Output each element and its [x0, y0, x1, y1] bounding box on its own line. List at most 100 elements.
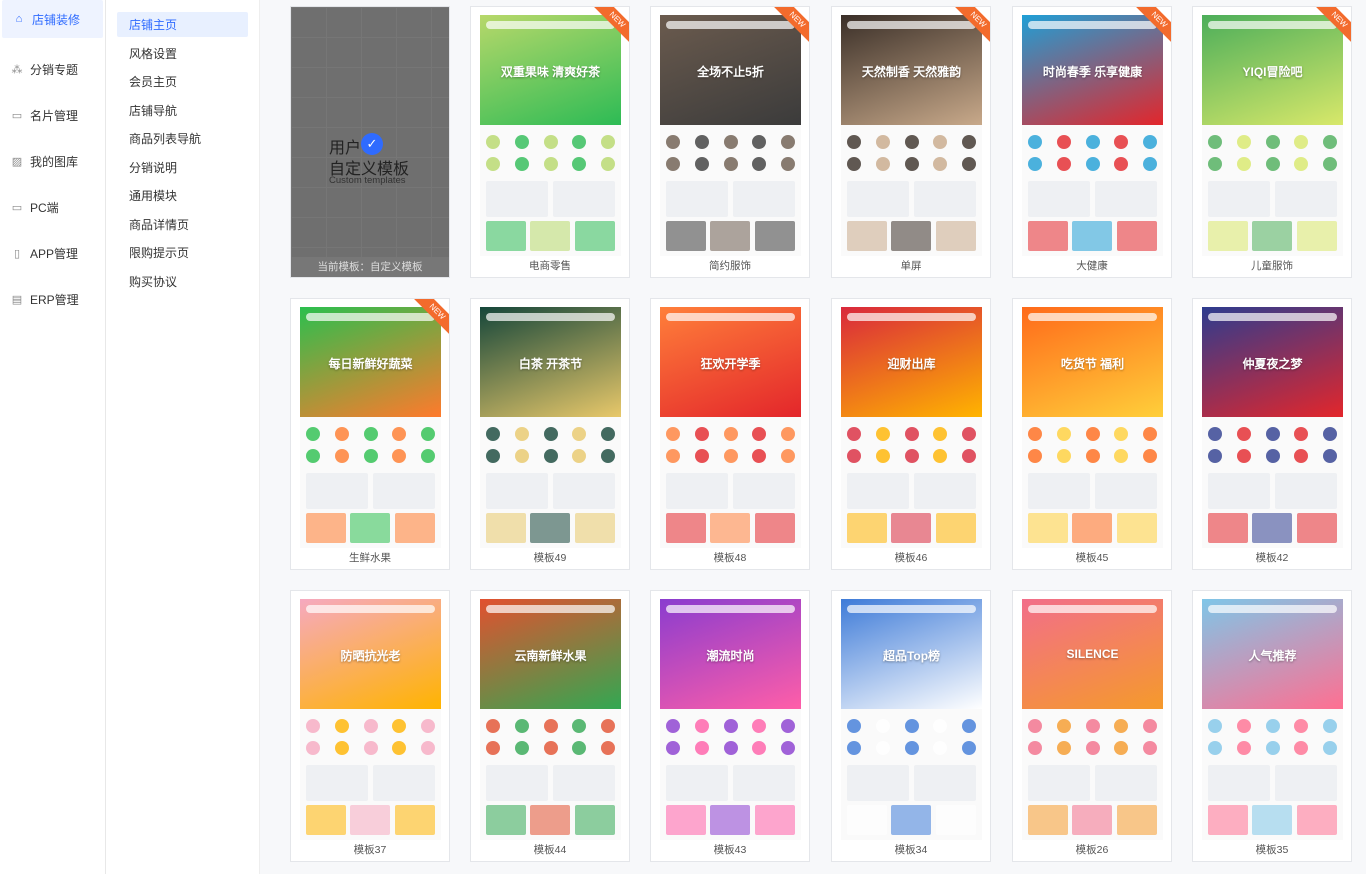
- template-card-custom[interactable]: 用户 ✓ 自定义模板 Custom templates 当前模板：自定义模板: [290, 6, 450, 278]
- template-card[interactable]: YIQI冒险吧 NEW 儿童服饰: [1192, 6, 1352, 278]
- template-thumbnail: 人气推荐: [1202, 599, 1343, 840]
- category-icon: [1114, 157, 1129, 171]
- nav-item-1[interactable]: ⁂ 分销专题: [0, 46, 105, 92]
- category-icon: [334, 741, 349, 755]
- category-icon: [1265, 427, 1280, 441]
- thumbnail-icon-row: [306, 719, 435, 733]
- subnav-item-0[interactable]: 店铺主页: [117, 12, 248, 37]
- product-block: [306, 513, 346, 543]
- nav-item-label: 分销专题: [30, 62, 79, 77]
- template-card[interactable]: SILENCE 模板26: [1012, 590, 1172, 862]
- thumbnail-banner-text: 白茶 开茶节: [518, 357, 583, 371]
- category-icon: [334, 719, 349, 733]
- template-card[interactable]: 双重果味 清爽好茶 NEW 电商零售: [470, 6, 630, 278]
- template-name: 模板49: [533, 552, 567, 564]
- thumbnail-banner-text: 仲夏夜之梦: [1242, 357, 1303, 371]
- thumbnail-banner-text: 全场不止5折: [697, 65, 764, 79]
- custom-subtitle: Custom templates: [329, 175, 406, 186]
- thumbnail-icon-row: [486, 741, 615, 755]
- subnav-item-6[interactable]: 通用模块: [117, 183, 248, 208]
- product-block: [530, 513, 570, 543]
- category-icon: [723, 135, 738, 149]
- category-icon: [421, 449, 435, 463]
- template-card[interactable]: 潮流时尚 模板43: [650, 590, 810, 862]
- thumbnail-search-bar: [1208, 21, 1337, 29]
- product-block: [666, 805, 706, 835]
- product-block: [553, 181, 615, 217]
- product-block: [1028, 473, 1090, 509]
- template-card[interactable]: 时尚春季 乐享健康 NEW 大健康: [1012, 6, 1172, 278]
- template-name: 单屏: [900, 260, 922, 272]
- nav-item-0[interactable]: ⌂ 店铺装修: [2, 0, 103, 38]
- product-block: [847, 473, 909, 509]
- product-block: [306, 805, 346, 835]
- subnav-item-7[interactable]: 商品详情页: [117, 212, 248, 237]
- category-icon: [666, 135, 680, 149]
- category-icon: [933, 449, 948, 463]
- subnav-item-5[interactable]: 分销说明: [117, 155, 248, 180]
- category-icon: [1028, 135, 1042, 149]
- category-icon: [572, 427, 587, 441]
- template-card[interactable]: 云南新鲜水果 模板44: [470, 590, 630, 862]
- nav-item-3[interactable]: ▨ 我的图库: [0, 138, 105, 184]
- product-block: [891, 221, 931, 251]
- subnav-item-3[interactable]: 店铺导航: [117, 98, 248, 123]
- template-card[interactable]: 吃货节 福利 模板45: [1012, 298, 1172, 570]
- product-block: [847, 181, 909, 217]
- nav-item-label: 我的图库: [30, 154, 79, 169]
- template-card[interactable]: 超品Top榜 模板34: [831, 590, 991, 862]
- subnav-item-4[interactable]: 商品列表导航: [117, 126, 248, 151]
- thumbnail-icon-row: [1208, 135, 1337, 149]
- category-icon: [334, 427, 349, 441]
- template-card[interactable]: 狂欢开学季 模板48: [650, 298, 810, 570]
- product-block: [1275, 473, 1337, 509]
- product-block: [733, 181, 795, 217]
- template-card[interactable]: 仲夏夜之梦 模板42: [1192, 298, 1352, 570]
- subnav-item-8[interactable]: 限购提示页: [117, 240, 248, 265]
- category-icon: [962, 719, 976, 733]
- thumbnail-search-bar: [847, 313, 976, 321]
- category-icon: [847, 157, 861, 171]
- category-icon: [933, 719, 948, 733]
- category-icon: [666, 449, 680, 463]
- product-block: [1117, 221, 1157, 251]
- thumbnail-icon-row: [486, 449, 615, 463]
- template-thumbnail: 双重果味 清爽好茶: [480, 15, 621, 256]
- template-card[interactable]: 每日新鲜好蔬菜 NEW 生鲜水果: [290, 298, 450, 570]
- category-icon: [1208, 157, 1222, 171]
- template-card[interactable]: 迎财出库 模板46: [831, 298, 991, 570]
- nav-item-2[interactable]: ▭ 名片管理: [0, 92, 105, 138]
- subnav-item-2[interactable]: 会员主页: [117, 69, 248, 94]
- subnav-item-1[interactable]: 风格设置: [117, 41, 248, 66]
- template-card[interactable]: 全场不止5折 NEW 简约服饰: [650, 6, 810, 278]
- category-icon: [1294, 449, 1309, 463]
- category-icon: [962, 449, 976, 463]
- thumbnail-search-bar: [847, 21, 976, 29]
- product-block: [710, 221, 750, 251]
- category-icon: [666, 157, 680, 171]
- nav-item-6[interactable]: ▤ ERP管理: [0, 276, 105, 322]
- subnav-item-9[interactable]: 购买协议: [117, 269, 248, 294]
- template-card[interactable]: 人气推荐模板35: [1192, 590, 1352, 862]
- category-icon: [486, 449, 500, 463]
- product-block: [1208, 181, 1270, 217]
- template-name: 简约服饰: [709, 260, 751, 272]
- template-thumbnail: 潮流时尚: [660, 599, 801, 840]
- template-thumbnail: 迎财出库: [841, 307, 982, 548]
- category-icon: [1114, 449, 1129, 463]
- category-icon: [1323, 741, 1337, 755]
- template-card[interactable]: 防晒抗光老 模板37: [290, 590, 450, 862]
- nav-item-5[interactable]: ▯ APP管理: [0, 230, 105, 276]
- category-icon: [543, 135, 558, 149]
- nav-item-4[interactable]: ▭ PC端: [0, 184, 105, 230]
- template-card[interactable]: 白茶 开茶节 模板49: [470, 298, 630, 570]
- template-name: 模板35: [1255, 844, 1289, 856]
- category-icon: [1056, 135, 1071, 149]
- category-icon: [904, 157, 919, 171]
- category-icon: [486, 719, 500, 733]
- category-icon: [781, 719, 795, 733]
- thumbnail-icon-row: [666, 135, 795, 149]
- template-card[interactable]: 天然制香 天然雅韵 NEW 单屏: [831, 6, 991, 278]
- product-block: [486, 221, 526, 251]
- category-icon: [723, 719, 738, 733]
